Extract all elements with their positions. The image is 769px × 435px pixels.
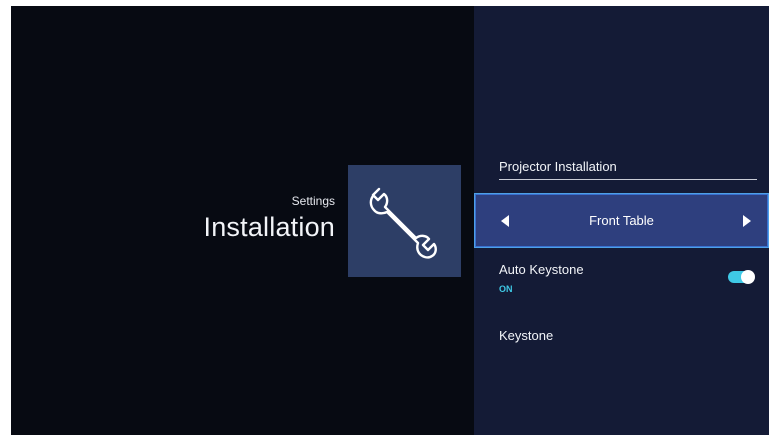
section-divider <box>499 179 757 180</box>
selector-value: Front Table <box>589 213 654 228</box>
options-panel: Projector Installation Front Table Auto … <box>474 6 769 435</box>
projector-installation-selector[interactable]: Front Table <box>474 193 769 248</box>
section-title: Projector Installation <box>499 159 617 174</box>
page-title: Installation <box>203 212 335 242</box>
auto-keystone-label[interactable]: Auto Keystone <box>499 262 584 277</box>
auto-keystone-status: ON <box>499 284 513 294</box>
keystone-item[interactable]: Keystone <box>499 328 553 343</box>
breadcrumb-settings: Settings <box>291 194 335 208</box>
projector-menu-screen: Settings Installation Projector Installa… <box>11 6 769 435</box>
wrench-icon <box>369 187 437 259</box>
toggle-knob <box>741 270 755 284</box>
left-pane: Settings Installation <box>11 6 474 435</box>
category-icon-tile <box>348 165 461 277</box>
auto-keystone-toggle[interactable] <box>728 270 755 284</box>
arrow-right-icon[interactable] <box>743 215 751 227</box>
